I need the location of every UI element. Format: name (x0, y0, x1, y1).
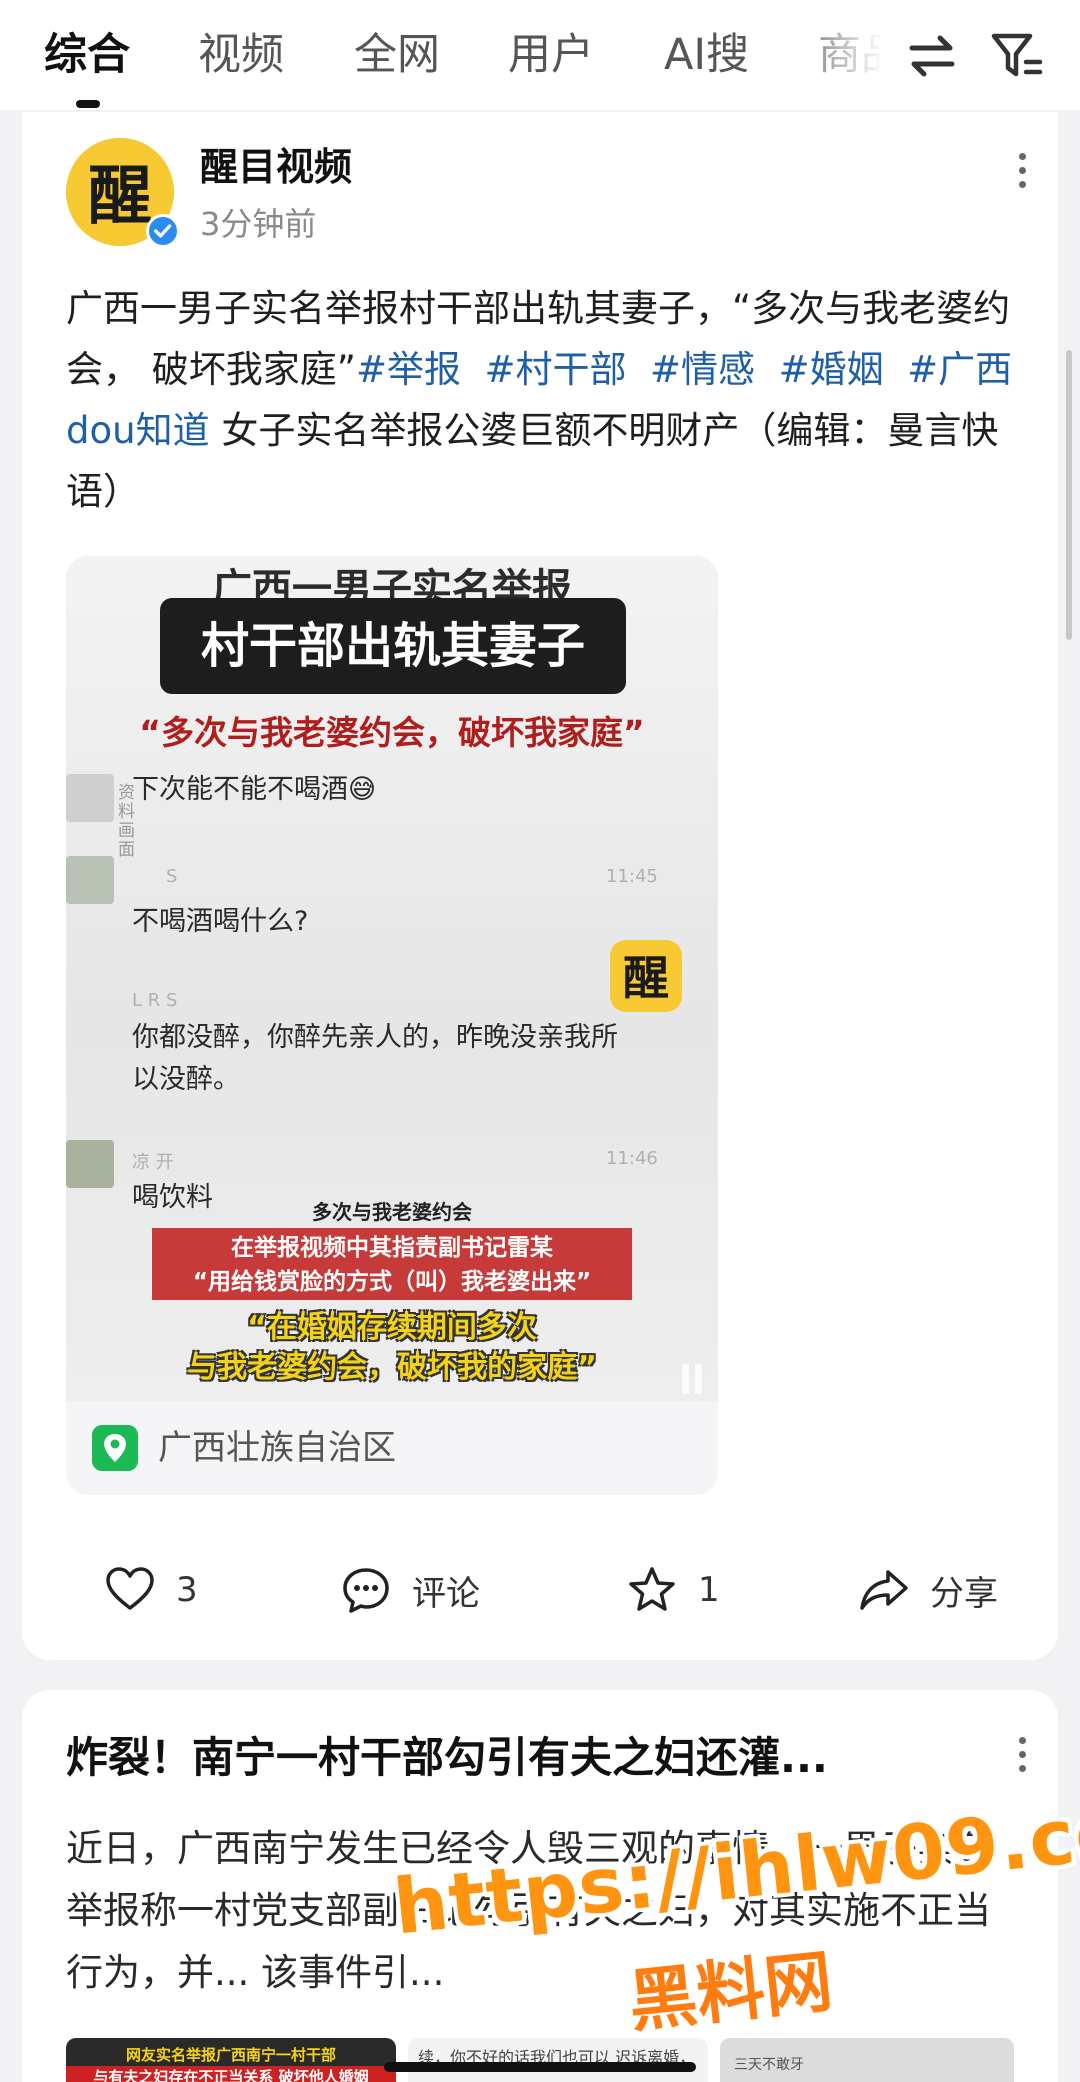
verified-badge-icon (146, 214, 180, 248)
location-pin-icon (92, 1425, 138, 1471)
chat-avatar (66, 856, 114, 904)
tab-comprehensive[interactable]: 综合 (44, 26, 130, 84)
article-thumbnail[interactable]: 续，你不好的话我们也可以 迟诉离婚， (408, 2038, 708, 2082)
chat-message: 你都没醉，你醉先亲人的，昨晚没亲我所 (132, 1022, 618, 1053)
article-title[interactable]: 炸裂！南宁一村干部勾引有夫之妇还灌... (66, 1728, 946, 1788)
media-quote: “多次与我老婆约会，破坏我家庭” (139, 713, 645, 752)
chat-avatar (66, 1140, 114, 1188)
comment-button[interactable]: 评论 (340, 1560, 480, 1620)
comment-label: 评论 (412, 1573, 480, 1614)
tab-overflow-fade (820, 0, 910, 110)
post-card[interactable]: 醒 醒目视频 3分钟前 广西一男子实名举报村干部出轨其妻子，“多次与我老婆约会，… (22, 112, 1058, 1660)
svg-text:醒: 醒 (623, 951, 669, 1005)
share-arrow-icon (860, 1570, 908, 1610)
chat-message: 以没醉。 (132, 1064, 240, 1095)
location-label: 广西壮族自治区 (158, 1428, 396, 1468)
tab-users[interactable]: 用户 (508, 26, 594, 84)
chat-sender: 凉 开 (132, 1152, 174, 1173)
hashtag-report[interactable]: #举报 (356, 348, 461, 391)
post-body[interactable]: 广西一男子实名举报村干部出轨其妻子，“多次与我老婆约会， 破坏我家庭”#举报 #… (66, 278, 1026, 522)
active-tab-indicator (76, 100, 100, 108)
watermark-name: 黑料网 (625, 1942, 837, 2043)
media-subtitle: 多次与我老婆约会 (312, 1200, 472, 1224)
more-options-button[interactable] (1002, 146, 1042, 206)
share-button[interactable]: 分享 (858, 1560, 998, 1620)
more-dot-icon (1018, 1737, 1026, 1744)
article-thumbnail[interactable]: 三天不敢牙 (720, 2038, 1014, 2082)
favorite-count: 1 (698, 1570, 720, 1610)
chat-time: 11:46 (606, 1148, 658, 1169)
filter-icon[interactable] (988, 28, 1044, 84)
tab-web[interactable]: 全网 (354, 26, 440, 84)
media-red-caption: 在举报视频中其指责副书记雷某 “用给钱赏脸的方式（叫）我老婆出来” (152, 1228, 632, 1300)
chat-message: 不喝酒喝什么? (132, 906, 309, 937)
like-count: 3 (176, 1570, 198, 1610)
hashtag-marriage[interactable]: #婚姻 (779, 348, 884, 391)
share-label: 分享 (930, 1573, 998, 1614)
xingmu-watermark-icon: 醒 (610, 940, 682, 1012)
location-tag[interactable]: 广西壮族自治区 (66, 1401, 718, 1495)
post-time: 3分钟前 (200, 205, 317, 243)
media-highlight: 村干部出轨其妻子 (160, 598, 626, 694)
chat-time: 11:45 (606, 866, 658, 887)
chat-sender: L R S (132, 990, 178, 1011)
more-options-button[interactable] (1002, 1730, 1042, 1790)
tab-ai-search[interactable]: AI搜 (664, 26, 749, 84)
hashtag-emotion[interactable]: #情感 (650, 348, 755, 391)
star-icon (629, 1567, 675, 1611)
more-dot-icon (1018, 153, 1026, 160)
article-thumbnail[interactable]: 网友实名举报广西南宁一村干部 与有夫之妇存在不正当关系 破坏他人婚姻 (66, 2038, 396, 2082)
chat-sender: S (166, 866, 178, 887)
switch-arrows-icon[interactable] (904, 28, 960, 84)
scrollbar[interactable] (1066, 350, 1072, 640)
chat-message: 下次能不能不喝酒😅 (132, 774, 377, 805)
heart-icon (106, 1567, 154, 1610)
tab-video[interactable]: 视频 (198, 26, 284, 84)
search-tab-bar: 综合 视频 全网 用户 AI搜 商品 (0, 0, 1080, 110)
favorite-button[interactable]: 1 (626, 1560, 720, 1620)
hashtag-village-cadre[interactable]: #村干部 (484, 348, 626, 391)
logo-glyph: 醒 (88, 160, 152, 234)
comment-bubble-icon (343, 1568, 389, 1613)
like-button[interactable]: 3 (104, 1560, 198, 1620)
video-thumbnail[interactable]: 广西一男子实名举报 村干部出轨其妻子 “多次与我老婆约会，破坏我家庭” 资料画面… (66, 556, 718, 1401)
author-name[interactable]: 醒目视频 (200, 142, 352, 192)
pause-icon[interactable] (680, 1362, 704, 1396)
home-indicator[interactable] (384, 2062, 696, 2072)
chat-avatar (66, 774, 114, 822)
site-watermark: https://ihlw09.com 黑料网 (390, 1778, 1080, 2043)
media-yellow-caption: “在婚姻存续期间多次 与我老婆约会，破坏我的家庭” (187, 1310, 597, 1385)
